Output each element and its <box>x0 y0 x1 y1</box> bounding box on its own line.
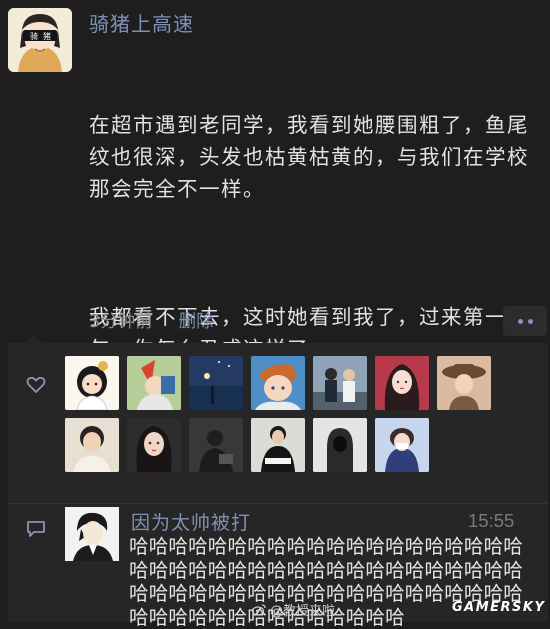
liker-avatar[interactable] <box>65 356 119 410</box>
avatar-illustration <box>65 356 119 410</box>
liker-avatar[interactable] <box>313 356 367 410</box>
avatar-illustration <box>127 418 181 472</box>
comment-timestamp: 15:55 <box>468 510 515 531</box>
dot-icon <box>517 318 523 324</box>
post-timestamp: 3分钟前 <box>89 312 153 332</box>
liker-avatar[interactable] <box>189 418 243 472</box>
avatar-illustration: 骑 猪 <box>8 8 72 72</box>
commenter-avatar[interactable] <box>65 507 119 561</box>
avatar-illustration <box>251 418 305 472</box>
avatar-illustration <box>127 356 181 410</box>
liker-avatar[interactable] <box>251 418 305 472</box>
avatar-illustration <box>251 356 305 410</box>
avatar-illustration <box>189 418 243 472</box>
avatar-illustration <box>65 507 119 561</box>
liker-avatar[interactable] <box>189 356 243 410</box>
avatar-illustration <box>375 356 429 410</box>
commenter-name[interactable]: 因为太帅被打 <box>131 508 251 535</box>
brand-logo: GAMERSKY <box>452 600 546 615</box>
liker-avatar[interactable] <box>251 356 305 410</box>
post-author-avatar[interactable]: 骑 猪 <box>8 8 72 72</box>
heart-icon <box>26 376 46 394</box>
watermark-text: @教授来啦 <box>270 604 336 619</box>
likes-panel <box>8 335 548 503</box>
liker-avatar[interactable] <box>375 356 429 410</box>
more-actions-button[interactable] <box>503 306 547 336</box>
dot-icon <box>527 318 533 324</box>
avatar-illustration <box>313 418 367 472</box>
liker-avatar[interactable] <box>127 418 181 472</box>
liker-avatar[interactable] <box>437 356 491 410</box>
svg-text:骑: 骑 <box>30 31 38 41</box>
liker-avatar[interactable] <box>375 418 429 472</box>
avatar-illustration <box>375 418 429 472</box>
liker-avatar[interactable] <box>127 356 181 410</box>
avatar-illustration <box>437 356 491 410</box>
post-author-name[interactable]: 骑猪上高速 <box>89 8 194 37</box>
avatar-illustration <box>65 418 119 472</box>
liker-avatar[interactable] <box>313 418 367 472</box>
comment-icon <box>27 521 45 537</box>
avatar-illustration <box>313 356 367 410</box>
avatar-illustration <box>189 356 243 410</box>
weibo-logo-icon <box>252 603 266 616</box>
delete-button[interactable]: 删除 <box>179 308 214 333</box>
svg-text:猪: 猪 <box>43 31 51 41</box>
liker-avatar[interactable] <box>65 418 119 472</box>
post-meta-row: 3分钟前 删除 <box>89 308 214 333</box>
watermark-handle: @教授来啦 <box>252 600 335 619</box>
post-paragraph: 在超市遇到老同学，我看到她腰围粗了，鱼尾纹也很深，头发也枯黄枯黄的，与我们在学校… <box>89 113 529 201</box>
